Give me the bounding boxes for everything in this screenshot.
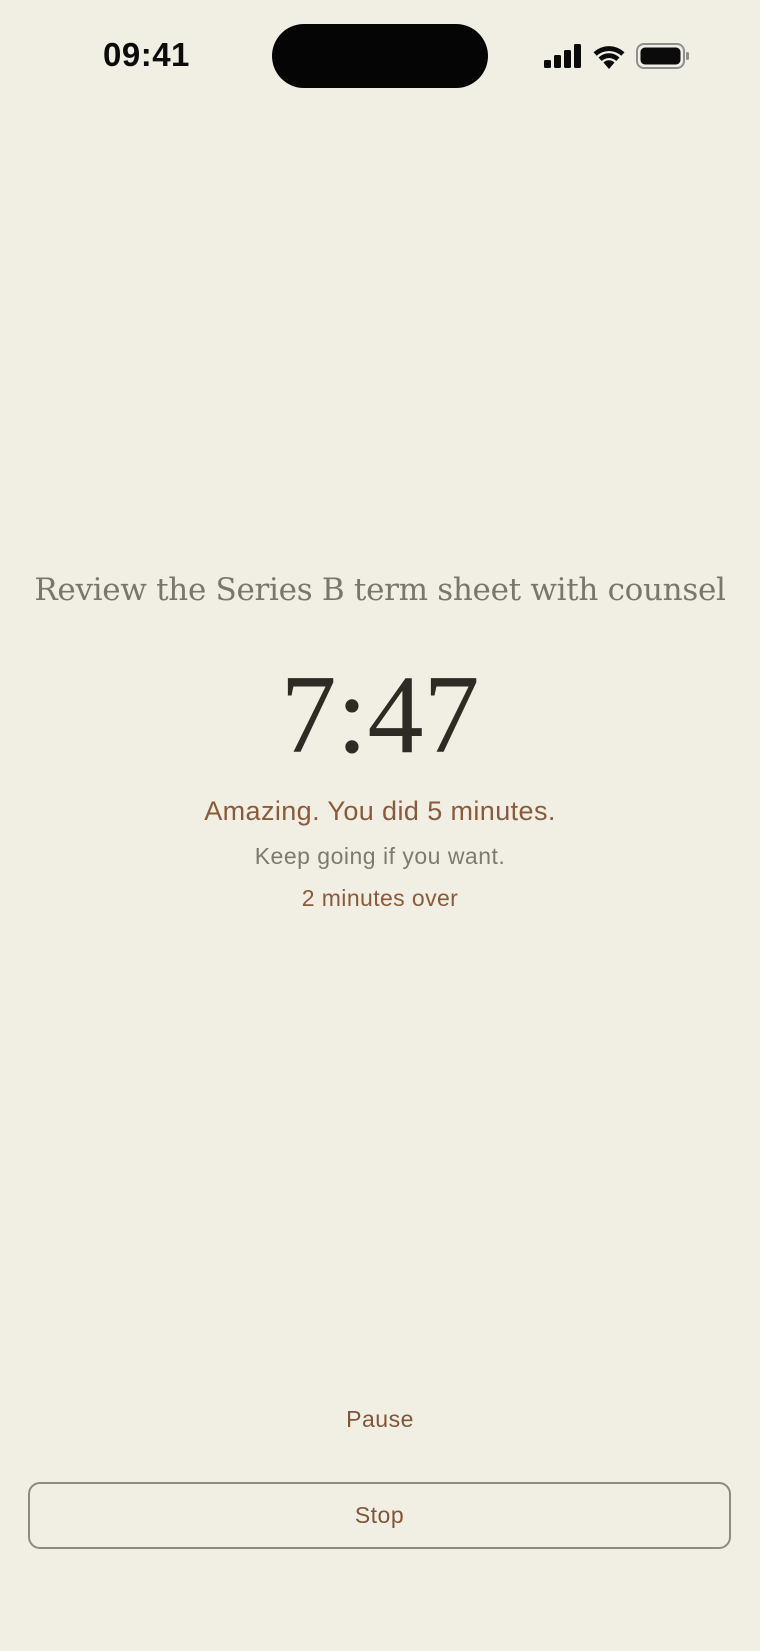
signal-icon	[544, 44, 581, 68]
timer-display: 7:47	[280, 653, 480, 777]
battery-icon	[636, 43, 689, 69]
stop-button[interactable]: Stop	[28, 1482, 731, 1549]
status-time: 09:41	[103, 36, 190, 73]
encouragement-message: Amazing. You did 5 minutes.	[204, 796, 556, 826]
dynamic-island	[272, 24, 488, 88]
task-title: Review the Series B term sheet with coun…	[34, 572, 726, 608]
overtime-indicator: 2 minutes over	[301, 885, 459, 911]
status-icons	[544, 42, 690, 70]
status-bar: 09:41	[0, 0, 760, 110]
wifi-icon	[593, 45, 625, 69]
keep-going-message: Keep going if you want.	[254, 843, 506, 869]
pause-button[interactable]: Pause	[280, 1398, 480, 1440]
